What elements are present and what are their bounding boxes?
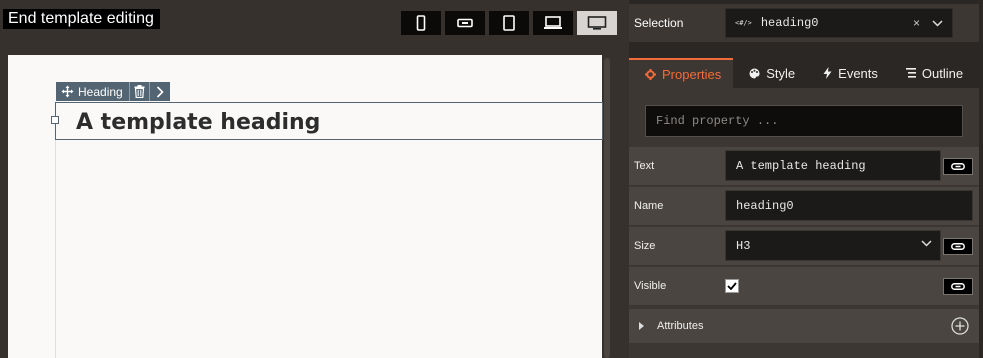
column-guide (55, 102, 56, 358)
caret-right-icon (639, 322, 644, 330)
select-child-button[interactable] (150, 82, 170, 101)
size-selected-value: H3 (736, 238, 751, 253)
add-attribute-icon[interactable] (951, 317, 969, 335)
tab-events[interactable]: Events (807, 58, 890, 88)
property-row-visible: Visible (629, 267, 979, 305)
text-binding-button[interactable] (943, 158, 973, 175)
tab-style[interactable]: Style (733, 58, 807, 88)
phone-landscape-icon (457, 18, 473, 28)
resize-handle[interactable] (51, 116, 59, 124)
link-icon (951, 283, 965, 290)
selection-value: heading0 (760, 16, 819, 30)
end-template-editing-button[interactable]: End template editing (3, 9, 160, 29)
property-label-name: Name (634, 200, 664, 212)
component-move-handle[interactable]: Heading (56, 82, 130, 101)
desktop-icon (587, 16, 607, 30)
tab-properties-label: Properties (662, 66, 722, 82)
chevron-down-icon[interactable] (932, 19, 943, 27)
laptop-icon (544, 16, 562, 29)
desktop-button[interactable] (577, 11, 617, 35)
tablet-portrait-button[interactable] (489, 11, 529, 35)
selection-label: Selection (634, 16, 684, 30)
name-property-input[interactable]: heading0 (725, 190, 973, 221)
size-binding-button[interactable] (943, 238, 973, 255)
list-icon (905, 68, 916, 78)
visible-binding-button[interactable] (943, 278, 973, 295)
tablet-portrait-icon (503, 15, 515, 31)
clear-selection-button[interactable]: × (913, 16, 920, 30)
property-label-visible: Visible (634, 280, 667, 292)
attributes-label: Attributes (657, 320, 704, 332)
property-label-text: Text (634, 160, 655, 172)
find-property-input[interactable]: Find property ... (645, 105, 963, 137)
selection-dropdown[interactable]: <#/> heading0 × (725, 8, 953, 38)
component-toolbar: Heading (56, 82, 170, 101)
selection-row: Selection <#/> heading0 × (629, 4, 979, 42)
template-heading[interactable]: A template heading (76, 109, 320, 137)
app-window: End template editing Heading A template … (0, 0, 983, 358)
property-label-size: Size (634, 240, 656, 252)
device-preview-bar (401, 11, 617, 35)
tab-outline[interactable]: Outline (890, 58, 975, 88)
palette-icon (749, 68, 760, 79)
attributes-section[interactable]: Attributes (629, 309, 979, 343)
size-property-select[interactable]: H3 (725, 230, 941, 261)
tab-events-label: Events (838, 65, 878, 81)
text-property-input[interactable]: A template heading (725, 150, 941, 181)
property-panel: Selection <#/> heading0 × Properties Sty… (629, 0, 983, 358)
phone-portrait-icon (416, 15, 426, 31)
chevron-right-icon (156, 85, 164, 98)
link-icon (951, 163, 965, 170)
component-tag-icon: <#/> (735, 19, 752, 27)
lightning-icon (823, 67, 832, 79)
panel-tabs: Properties Style Events Outline (629, 58, 979, 88)
property-row-name: Name heading0 (629, 187, 979, 225)
component-type-label: Heading (78, 84, 123, 99)
property-row-text: Text A template heading (629, 147, 979, 185)
link-icon (951, 243, 965, 250)
checkmark-icon (727, 282, 737, 290)
delete-icon (134, 85, 145, 98)
phone-portrait-button[interactable] (401, 11, 441, 35)
phone-landscape-button[interactable] (445, 11, 485, 35)
laptop-button[interactable] (533, 11, 573, 35)
tab-properties[interactable]: Properties (629, 58, 734, 88)
visible-checkbox[interactable] (725, 279, 739, 293)
property-row-size: Size H3 (629, 227, 979, 265)
tab-style-label: Style (766, 65, 796, 81)
tab-outline-label: Outline (921, 65, 964, 81)
canvas-scrollbar[interactable] (604, 58, 610, 358)
gear-icon (645, 68, 656, 80)
delete-component-button[interactable] (130, 82, 150, 101)
chevron-down-icon (921, 240, 932, 247)
move-icon (61, 85, 74, 98)
